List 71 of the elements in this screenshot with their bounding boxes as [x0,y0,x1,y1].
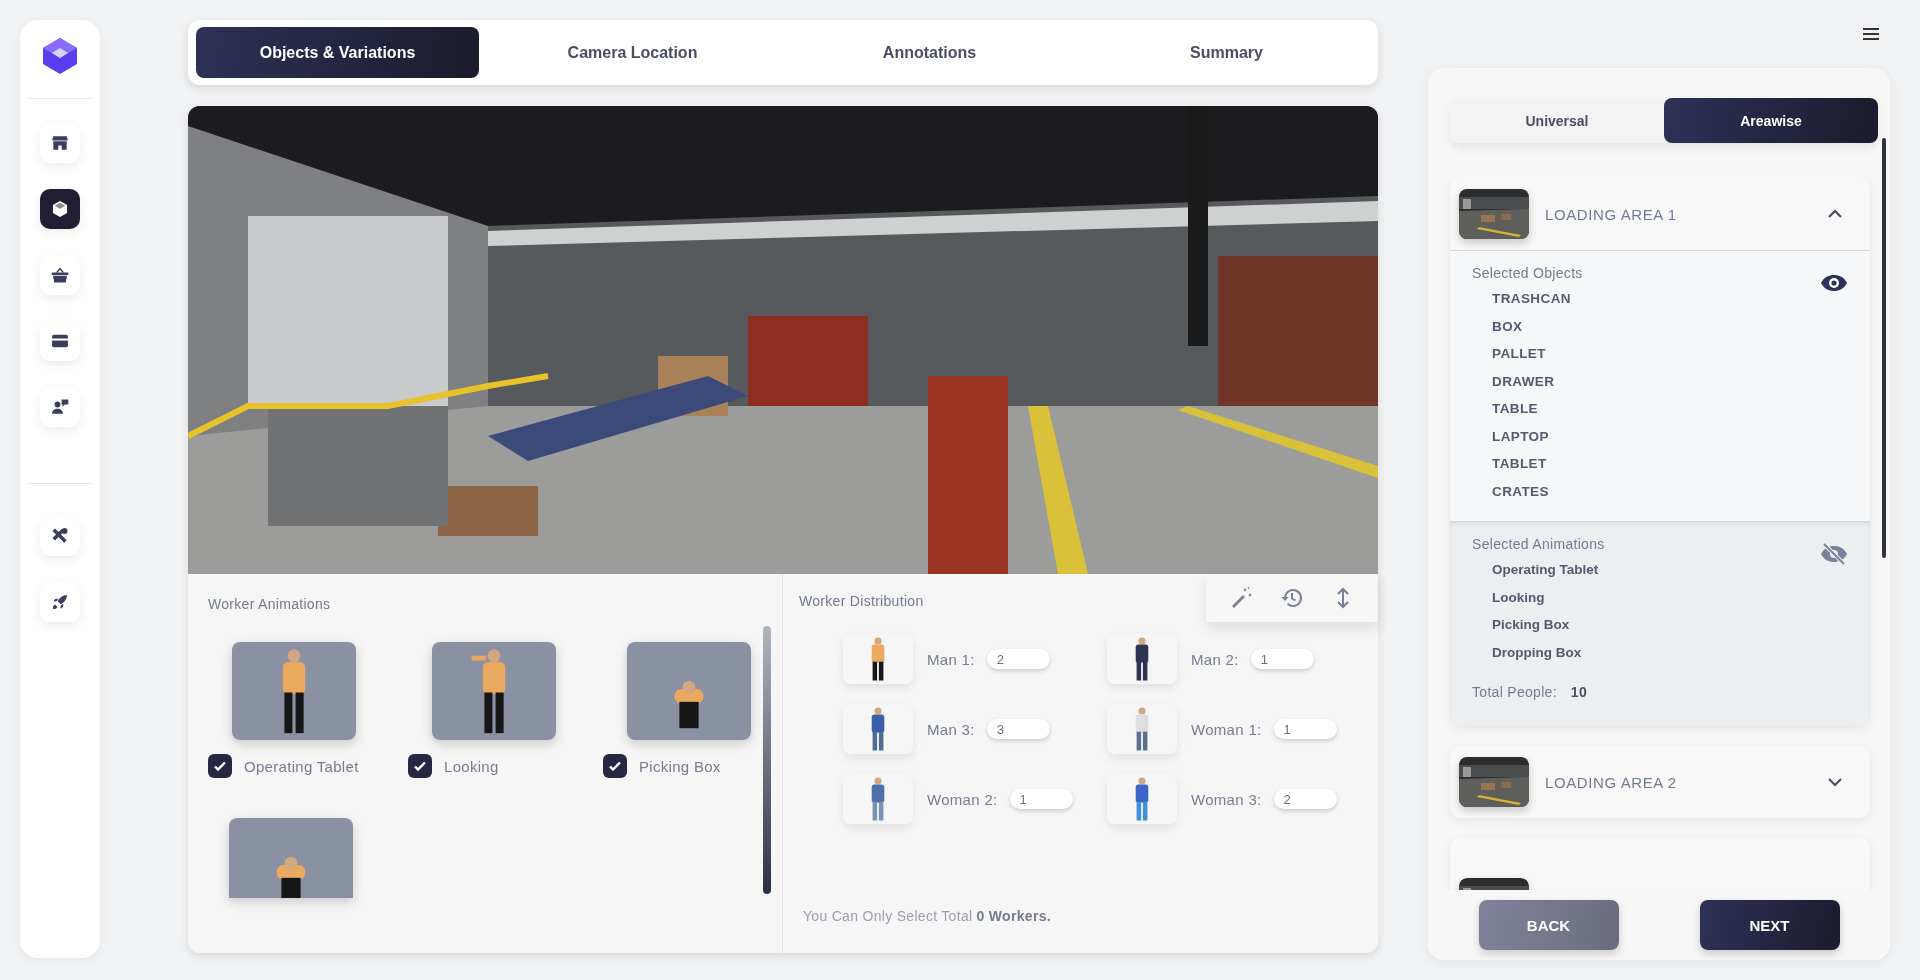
object-item: BOX [1492,317,1524,336]
object-item: TABLE [1492,400,1539,418]
nav-button[interactable] [40,516,80,556]
tab[interactable]: Objects & Variations [196,27,479,78]
object-item: PALLET [1492,345,1547,363]
nav-button[interactable] [40,321,80,361]
next-button[interactable]: NEXT [1699,900,1840,950]
worker-label: Man 2: [1191,650,1239,668]
scrollbar[interactable] [1882,138,1886,558]
section-title: Selected Objects [1472,265,1584,281]
animation-item: Operating Tablet [1492,561,1600,579]
basket-icon [50,265,70,285]
total-value: 10 [1570,684,1588,700]
toggle-option[interactable]: Universal [1450,98,1664,143]
checkbox[interactable] [208,754,232,778]
section-title: Worker Distribution [799,593,924,609]
toggle-option[interactable]: Areawise [1664,98,1878,143]
check-icon [213,759,227,773]
area-card[interactable] [1450,838,1870,890]
hint-text: You Can Only Select Total 0 Workers. [803,908,1051,924]
section-title: Worker Animations [208,596,332,612]
section-title: Selected Animations [1472,536,1606,552]
animation-item: Dropping Box [1492,643,1583,662]
back-button[interactable]: BACK [1478,900,1619,950]
animation-label: Operating Tablet [244,757,359,775]
person-icon [50,397,70,417]
total-label: Total People: [1472,684,1557,700]
nav-button[interactable] [40,387,80,427]
store-icon [50,133,70,153]
check-icon [413,759,427,773]
tab[interactable]: Camera Location [489,27,776,78]
check-icon [608,759,622,773]
nav-button[interactable] [40,582,80,622]
animation-label: Looking [444,757,499,775]
tab[interactable]: Summary [1083,27,1370,78]
rocket-icon [50,592,70,612]
checkbox[interactable] [603,754,627,778]
count-field[interactable]: 1 [1273,719,1337,739]
animation-item: Looking [1492,588,1546,607]
tab[interactable]: Annotations [786,27,1073,78]
worker-label: Woman 1: [1191,720,1262,738]
worker-label: Woman 2: [927,790,998,808]
object-item: TRASHCAN [1492,290,1572,308]
history-button[interactable] [1280,586,1304,610]
checkbox[interactable] [408,754,432,778]
menu-icon [1862,27,1880,41]
area-title: LOADING AREA 2 [1545,773,1678,791]
animation-item: Picking Box [1492,616,1571,634]
count-field[interactable]: 2 [1273,789,1337,809]
area-title: LOADING AREA 1 [1545,205,1678,223]
object-item: CRATES [1492,482,1550,501]
count-field[interactable]: 3 [986,719,1050,739]
scrollbar[interactable] [763,626,771,894]
nav-button[interactable] [40,123,80,163]
history-icon [1280,586,1304,610]
nav-button[interactable] [40,189,80,229]
logo-icon [40,36,80,76]
count-field[interactable]: 1 [1009,789,1073,809]
count-field[interactable]: 1 [1250,649,1314,669]
object-item: TABLET [1492,455,1548,473]
eye-off-icon[interactable] [1820,540,1848,568]
cube-icon [50,199,70,219]
object-item: DRAWER [1492,372,1556,391]
nav-button[interactable] [40,255,80,295]
count-field[interactable]: 2 [986,649,1050,669]
worker-label: Woman 3: [1191,790,1262,808]
worker-label: Man 3: [927,720,975,738]
object-item: LAPTOP [1492,427,1550,446]
animation-label: Picking Box [639,757,721,775]
worker-label: Man 1: [927,650,975,668]
menu-button[interactable] [1862,27,1880,41]
